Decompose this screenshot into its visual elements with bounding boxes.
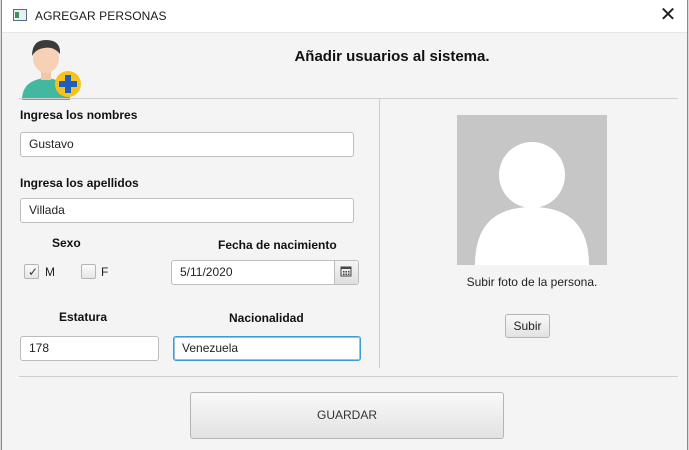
photo-caption: Subir foto de la persona. [466, 275, 598, 289]
sexo-f-label: F [101, 265, 109, 279]
estatura-field[interactable]: 178 [20, 336, 159, 361]
window-title: AGREGAR PERSONAS [35, 9, 167, 23]
date-picker-button[interactable] [334, 261, 358, 284]
fecha-field[interactable]: 5/11/2020 [171, 260, 359, 285]
page-title: Añadir usuarios al sistema. [294, 48, 490, 65]
nacionalidad-label: Nacionalidad [229, 311, 304, 325]
estatura-label: Estatura [59, 310, 108, 324]
apellidos-label: Ingresa los apellidos [20, 176, 139, 190]
nombres-label: Ingresa los nombres [20, 108, 138, 122]
save-button[interactable]: GUARDAR [190, 392, 504, 439]
title-bar: AGREGAR PERSONAS ✕ [2, 0, 687, 33]
calendar-icon [340, 266, 352, 277]
header-divider [19, 98, 678, 99]
vertical-divider [379, 99, 380, 368]
apellidos-field[interactable]: Villada [20, 198, 354, 223]
nombres-field[interactable]: Gustavo [20, 132, 354, 157]
app-icon [13, 9, 27, 21]
person-placeholder-icon [475, 142, 589, 265]
fecha-label: Fecha de nacimiento [218, 238, 337, 252]
sexo-m-checkbox[interactable]: ✓ [24, 264, 39, 279]
nacionalidad-field[interactable]: Venezuela [173, 336, 361, 361]
photo-placeholder [457, 115, 607, 265]
add-person-window: AGREGAR PERSONAS ✕ Añadir usuarios al si… [1, 0, 688, 450]
sexo-label: Sexo [52, 236, 81, 250]
sexo-m-label: M [45, 265, 55, 279]
upload-photo-button[interactable]: Subir [505, 314, 550, 338]
add-user-avatar-icon [22, 40, 81, 100]
footer-divider [19, 376, 678, 377]
sexo-f-checkbox[interactable] [81, 264, 96, 279]
checkmark-icon: ✓ [28, 265, 39, 279]
fecha-value: 5/11/2020 [180, 265, 233, 279]
close-button[interactable]: ✕ [657, 4, 679, 26]
